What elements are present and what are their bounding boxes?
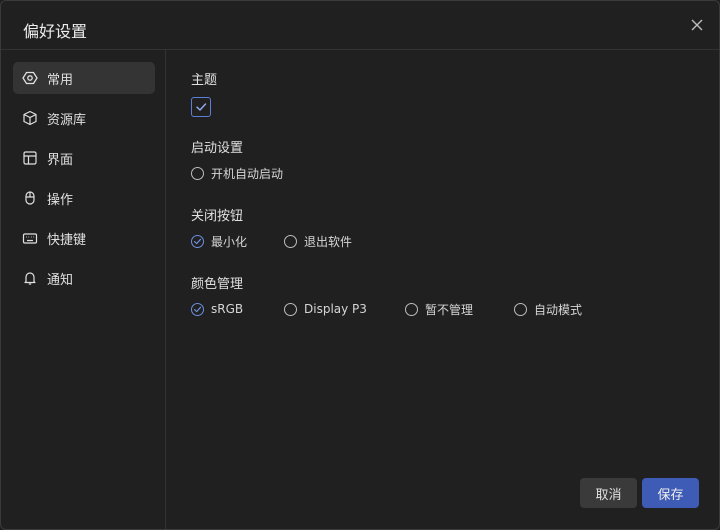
startup-option-auto-launch[interactable]: 开机自动启动 (191, 165, 283, 181)
startup-section-title: 启动设置 (191, 141, 244, 156)
option-label: 退出软件 (304, 234, 353, 249)
keyboard-icon (22, 230, 38, 246)
gear-hex-icon (22, 70, 38, 86)
cube-icon (22, 110, 38, 126)
color-option-display-p3[interactable]: Display P3 (284, 301, 367, 317)
sidebar-item-label: 通知 (47, 272, 74, 288)
option-label: Display P3 (304, 302, 367, 316)
radio-unchecked (191, 166, 204, 180)
save-button[interactable]: 保存 (642, 478, 699, 508)
sidebar-item-shortcuts[interactable]: 快捷键 (13, 222, 155, 254)
radio-unchecked (514, 302, 527, 316)
sidebar-item-label: 操作 (47, 192, 74, 208)
color-option-auto[interactable]: 自动模式 (514, 301, 582, 317)
option-label: 暂不管理 (425, 302, 474, 317)
checkmark-icon (193, 306, 202, 312)
checkmark-icon (193, 238, 202, 244)
sidebar-item-general[interactable]: 常用 (13, 62, 155, 94)
cancel-button[interactable]: 取消 (580, 478, 637, 508)
titlebar: 偏好设置 (1, 1, 719, 50)
mouse-icon (22, 190, 38, 206)
radio-unchecked (405, 302, 418, 316)
option-label: sRGB (211, 302, 244, 316)
sidebar-item-library[interactable]: 资源库 (13, 102, 155, 134)
color-option-srgb[interactable]: sRGB (191, 301, 243, 317)
radio-unchecked (284, 234, 297, 248)
option-label: 最小化 (211, 234, 248, 249)
option-label: 自动模式 (534, 302, 583, 317)
close-icon (691, 19, 703, 31)
sidebar-item-notifications[interactable]: 通知 (13, 262, 155, 294)
sidebar-item-interface[interactable]: 界面 (13, 142, 155, 174)
settings-panel: 主题 启动设置 开机自动启动 关闭按钮 最小化 退出软件 颜色管理 sRGB D… (166, 50, 719, 529)
sidebar-item-label: 常用 (47, 72, 74, 88)
dialog-title: 偏好设置 (23, 22, 88, 41)
layout-icon (22, 150, 38, 166)
color-management-section-title: 颜色管理 (191, 277, 244, 292)
checkmark-icon (196, 103, 207, 111)
radio-checked (191, 302, 204, 316)
close-button[interactable] (687, 15, 707, 35)
bell-icon (22, 270, 38, 286)
close-button-section-title: 关闭按钮 (191, 209, 244, 224)
theme-section-title: 主题 (191, 73, 218, 88)
preferences-dialog: 偏好设置 常用 资源库 界面 操作 快捷键 通知 主题 启动设置 开机自动启动 … (0, 0, 720, 530)
theme-checkbox[interactable] (191, 97, 211, 117)
radio-checked (191, 234, 204, 248)
sidebar-item-label: 快捷键 (47, 232, 87, 248)
color-option-unmanaged[interactable]: 暂不管理 (405, 301, 473, 317)
close-option-quit[interactable]: 退出软件 (284, 233, 352, 249)
sidebar-item-label: 界面 (47, 152, 74, 168)
sidebar: 常用 资源库 界面 操作 快捷键 通知 (1, 50, 166, 529)
sidebar-item-operation[interactable]: 操作 (13, 182, 155, 214)
sidebar-item-label: 资源库 (47, 112, 87, 128)
option-label: 开机自动启动 (211, 166, 284, 181)
radio-unchecked (284, 302, 297, 316)
close-option-minimize[interactable]: 最小化 (191, 233, 247, 249)
